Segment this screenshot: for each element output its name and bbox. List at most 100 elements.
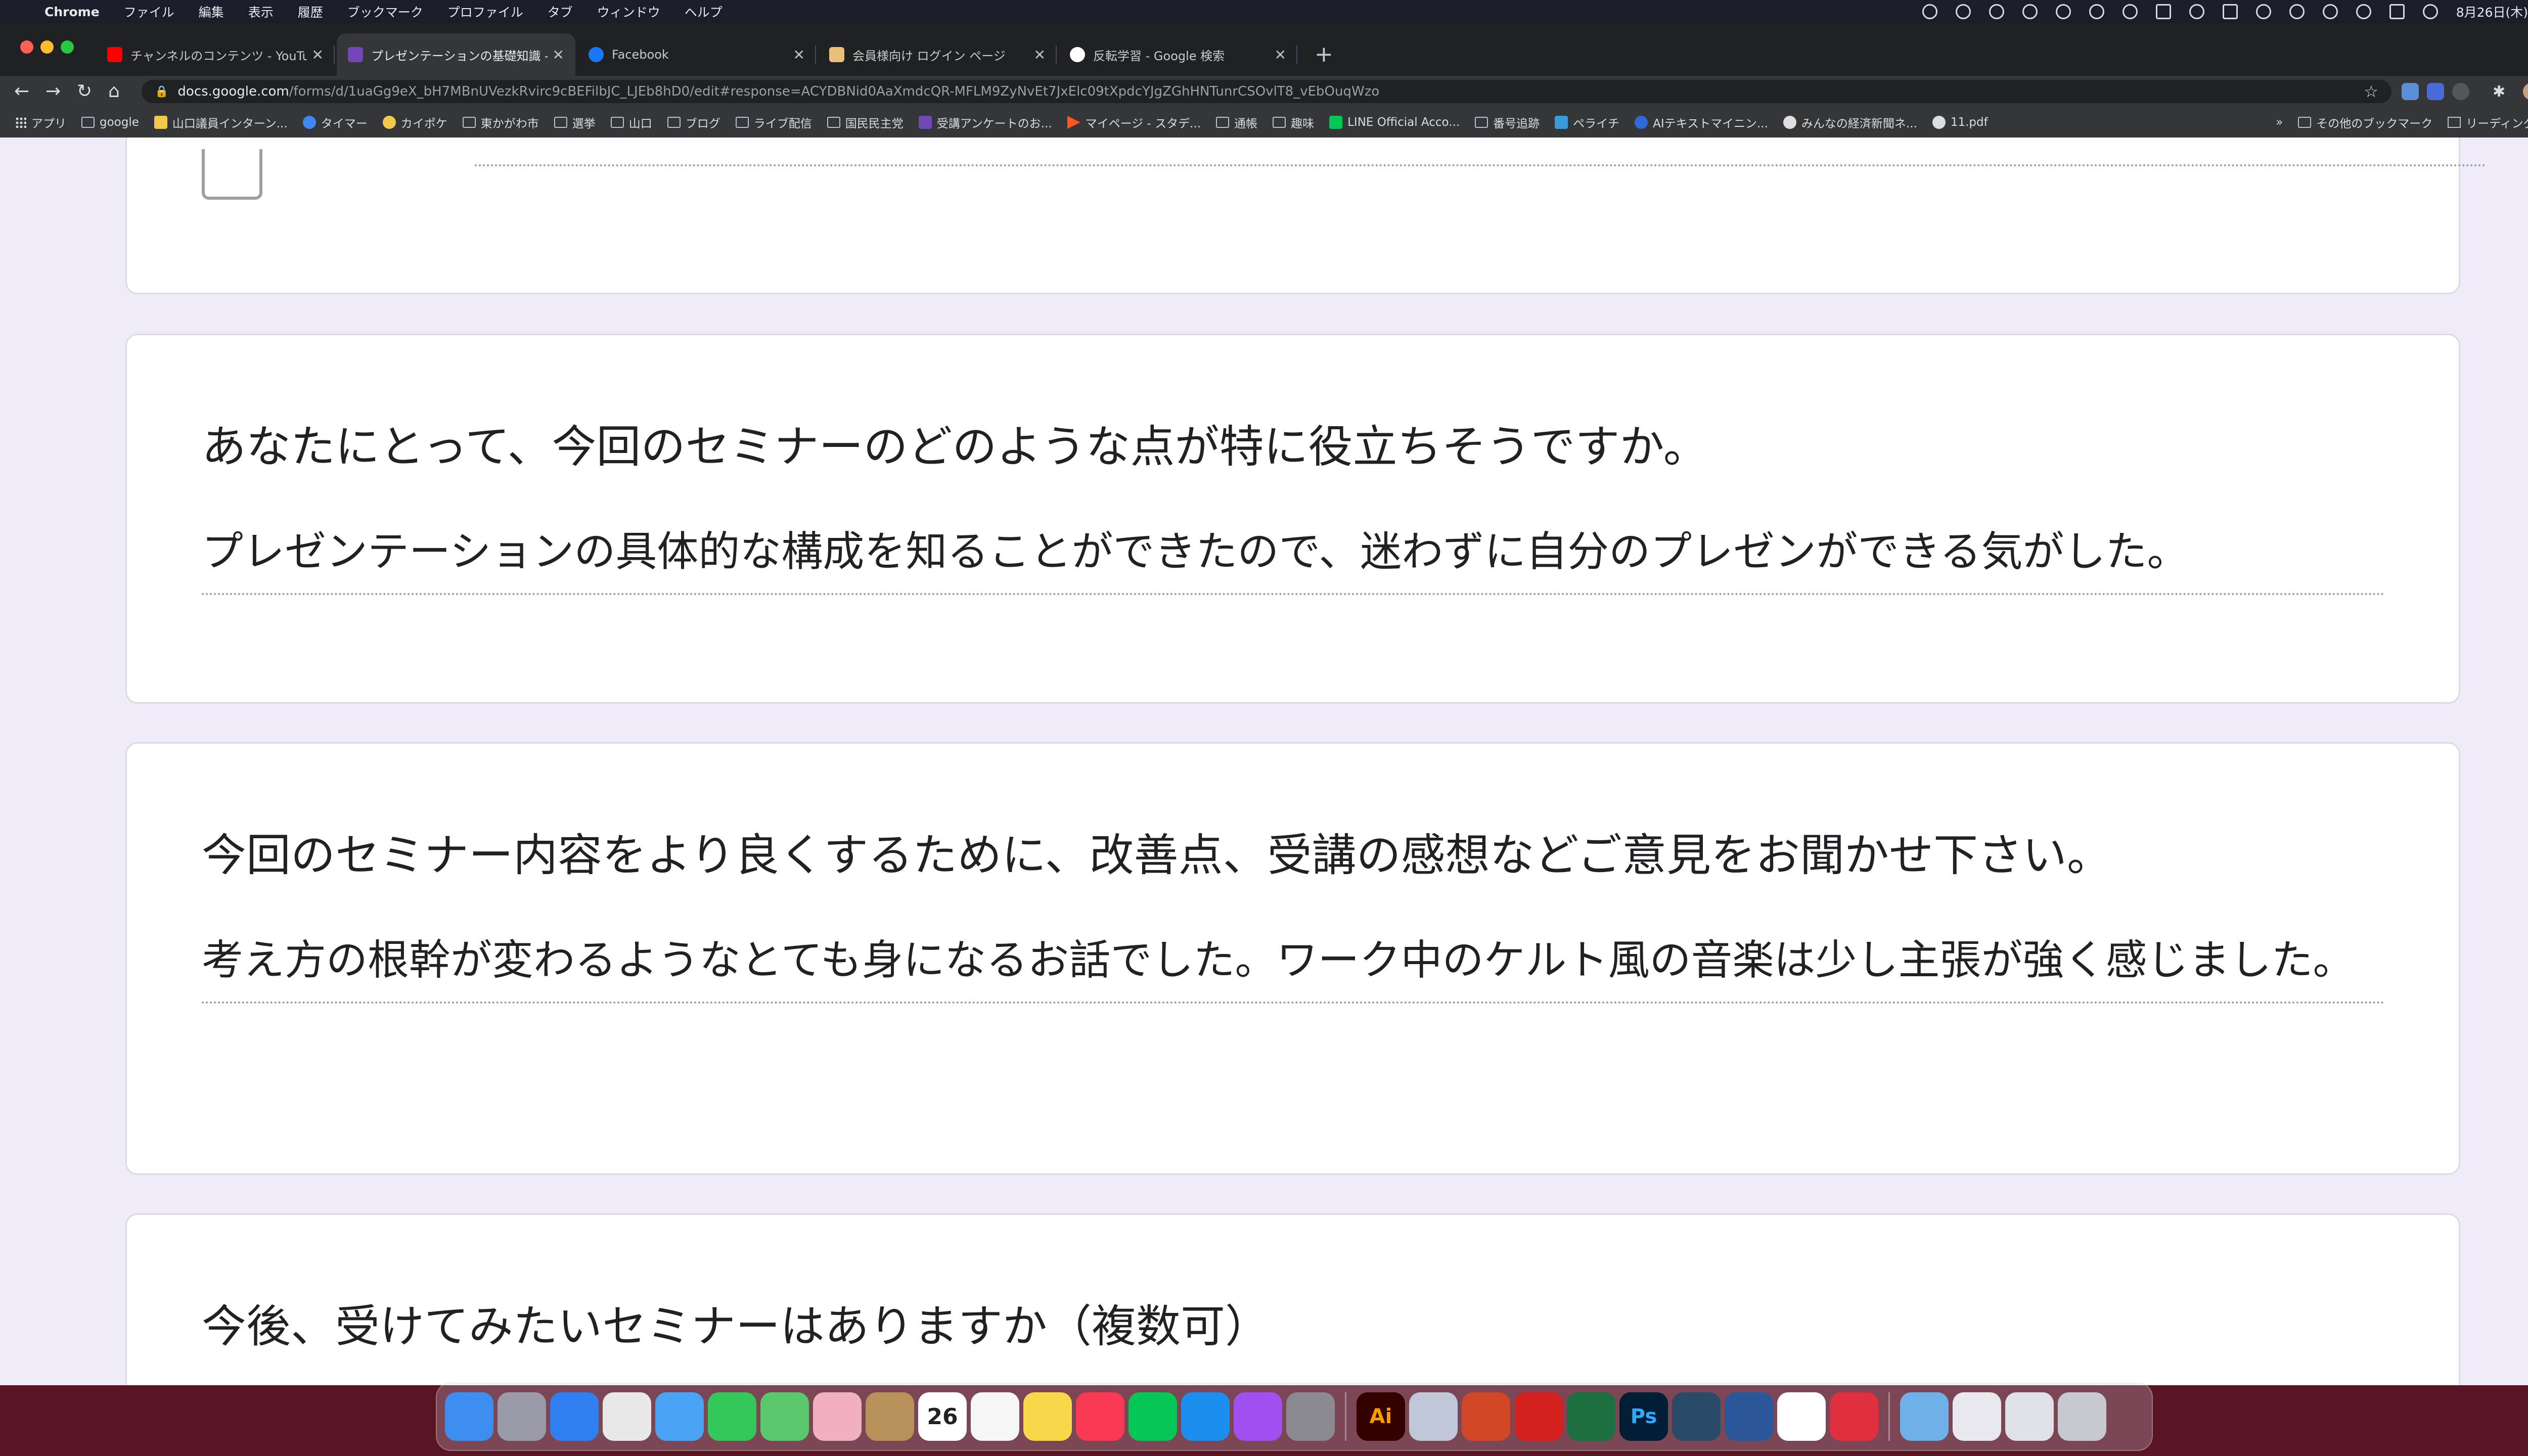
contacts-icon[interactable] [866, 1392, 914, 1441]
menu-help[interactable]: ヘルプ [685, 3, 723, 21]
bookmark-folder-higashikagawa[interactable]: 東かがわ市 [462, 114, 539, 131]
menu-bookmarks[interactable]: ブックマーク [347, 3, 423, 21]
safari-icon[interactable] [550, 1392, 599, 1441]
bookmark-ai-text-mining[interactable]: AIテキストマイニン... [1635, 114, 1768, 131]
cloud-sync-icon[interactable] [2089, 4, 2104, 19]
bookmark-yamaguchi-intern[interactable]: 山口議員インターン... [154, 114, 288, 131]
menu-history[interactable]: 履歴 [298, 3, 323, 21]
reload-button[interactable]: ↻ [77, 80, 92, 103]
illustrator-icon[interactable]: Ai [1357, 1392, 1405, 1441]
volume-icon[interactable] [2255, 4, 2271, 19]
quicktime-icon[interactable] [1672, 1392, 1721, 1441]
bookmark-kaipoke[interactable]: カイポケ [382, 114, 447, 131]
bluetooth-icon[interactable] [2289, 4, 2305, 19]
messenger-icon[interactable] [1234, 1392, 1282, 1441]
speeddial-icon[interactable] [1830, 1392, 1878, 1441]
app-name-menu[interactable]: Chrome [44, 5, 100, 19]
menu-edit[interactable]: 編集 [199, 3, 224, 21]
bookmark-folder-google[interactable]: google [81, 116, 139, 129]
bookmark-folder-hobby[interactable]: 趣味 [1273, 114, 1314, 131]
close-icon[interactable]: ✕ [1034, 47, 1046, 63]
excel-icon[interactable] [1567, 1392, 1615, 1441]
close-icon[interactable]: ✕ [1275, 47, 1286, 63]
focus-icon[interactable] [2122, 4, 2138, 19]
grid-icon[interactable] [2155, 4, 2171, 19]
wifi-icon[interactable] [2322, 4, 2338, 19]
address-bar[interactable]: 🔒 docs.google.com /forms/d/1uaGg9eX_bH7M… [142, 80, 2391, 103]
menu-tab[interactable]: タブ [548, 3, 573, 21]
avatar[interactable] [2523, 83, 2528, 100]
preview-icon[interactable] [1409, 1392, 1458, 1441]
calendar-icon[interactable]: 26 [918, 1392, 967, 1441]
bookmark-survey[interactable]: 受講アンケートのお... [918, 114, 1052, 131]
trash-icon[interactable] [2058, 1392, 2106, 1441]
bookmark-line-official[interactable]: LINE Official Acco... [1329, 116, 1460, 129]
tab-google-search[interactable]: 反転学習 - Google 検索 ✕ [1059, 33, 1297, 76]
bookmark-folder-election[interactable]: 選挙 [554, 114, 596, 131]
close-icon[interactable]: ✕ [793, 47, 805, 63]
messages-icon[interactable] [708, 1392, 756, 1441]
tab-google-forms[interactable]: プレゼンテーションの基礎知識 - Google フォーム ✕ [337, 33, 575, 76]
extension-icon[interactable] [2402, 83, 2419, 100]
icloud-icon[interactable] [1922, 4, 1937, 19]
menu-profiles[interactable]: プロファイル [447, 3, 523, 21]
zoom-window-button[interactable] [61, 40, 74, 54]
bookmark-folder-blog[interactable]: ブログ [667, 114, 720, 131]
bookmarks-overflow-button[interactable]: » [2276, 116, 2283, 129]
slack-icon[interactable] [1777, 1392, 1826, 1441]
menu-view[interactable]: 表示 [248, 3, 274, 21]
notes-icon[interactable] [1023, 1392, 1072, 1441]
status-icon[interactable] [2022, 4, 2038, 19]
control-center-icon[interactable] [2389, 4, 2405, 19]
finder-icon[interactable] [445, 1392, 493, 1441]
line-icon[interactable] [1128, 1392, 1177, 1441]
tab-facebook[interactable]: Facebook ✕ [577, 33, 816, 76]
extension-icon[interactable] [2452, 83, 2469, 100]
reminders-icon[interactable] [971, 1392, 1019, 1441]
photoshop-icon[interactable]: Ps [1619, 1392, 1668, 1441]
reading-list-button[interactable]: リーディング リスト [2448, 114, 2528, 131]
launchpad-icon[interactable] [498, 1392, 546, 1441]
menu-window[interactable]: ウィンドウ [597, 3, 660, 21]
input-source-icon[interactable] [2222, 4, 2238, 19]
chat-icon[interactable] [1989, 4, 2004, 19]
chrome-icon[interactable] [603, 1392, 651, 1441]
timer-icon[interactable] [2055, 4, 2071, 19]
spotlight-icon[interactable] [2356, 4, 2371, 19]
bookmark-folder-party[interactable]: 国民民主党 [827, 114, 904, 131]
bookmark-star-icon[interactable]: ☆ [2364, 82, 2378, 101]
bookmark-folder-passbook[interactable]: 通帳 [1216, 114, 1257, 131]
extension-icon[interactable] [2427, 83, 2444, 100]
documents-icon[interactable] [1953, 1392, 2001, 1441]
fingerprint-icon[interactable] [2189, 4, 2204, 19]
bookmark-peraichi[interactable]: ペライチ [1555, 114, 1619, 131]
tab-youtube[interactable]: チャンネルのコンテンツ - YouTube ✕ [96, 33, 335, 76]
home-button[interactable]: ⌂ [108, 80, 120, 103]
bookmark-pdf[interactable]: 11.pdf [1932, 116, 1988, 129]
other-bookmarks[interactable]: その他のブックマーク [2298, 114, 2432, 131]
music-icon[interactable] [1076, 1392, 1124, 1441]
puzzle-icon[interactable]: ✱ [2493, 83, 2510, 101]
mail-stack-icon[interactable] [2005, 1392, 2054, 1441]
close-icon[interactable]: ✕ [312, 47, 324, 63]
menubar-clock[interactable]: 8月26日(木) 22:15 [2456, 3, 2528, 21]
photos-icon[interactable] [813, 1392, 862, 1441]
tab-member-login[interactable]: 会員様向け ログイン ページ ✕ [818, 33, 1057, 76]
bookmark-apps[interactable]: アプリ [15, 114, 66, 131]
new-tab-button[interactable]: + [1315, 43, 1333, 66]
close-icon[interactable]: ✕ [553, 47, 564, 63]
bookmark-folder-yamaguchi[interactable]: 山口 [610, 114, 652, 131]
checkbox-option[interactable] [202, 149, 262, 200]
bookmark-folder-live[interactable]: ライブ配信 [735, 114, 812, 131]
downloads-folder-icon[interactable] [1900, 1392, 1949, 1441]
back-button[interactable]: ← [14, 80, 29, 103]
powerpoint-icon[interactable] [1462, 1392, 1510, 1441]
acrobat-icon[interactable] [1514, 1392, 1563, 1441]
close-window-button[interactable] [20, 40, 33, 54]
word-icon[interactable] [1725, 1392, 1773, 1441]
bookmark-mypage[interactable]: マイページ - スタデ... [1067, 114, 1201, 131]
menu-file[interactable]: ファイル [124, 3, 174, 21]
app-store-icon[interactable] [1181, 1392, 1230, 1441]
bookmark-folder-tracking[interactable]: 番号追跡 [1475, 114, 1540, 131]
maps-icon[interactable] [760, 1392, 809, 1441]
